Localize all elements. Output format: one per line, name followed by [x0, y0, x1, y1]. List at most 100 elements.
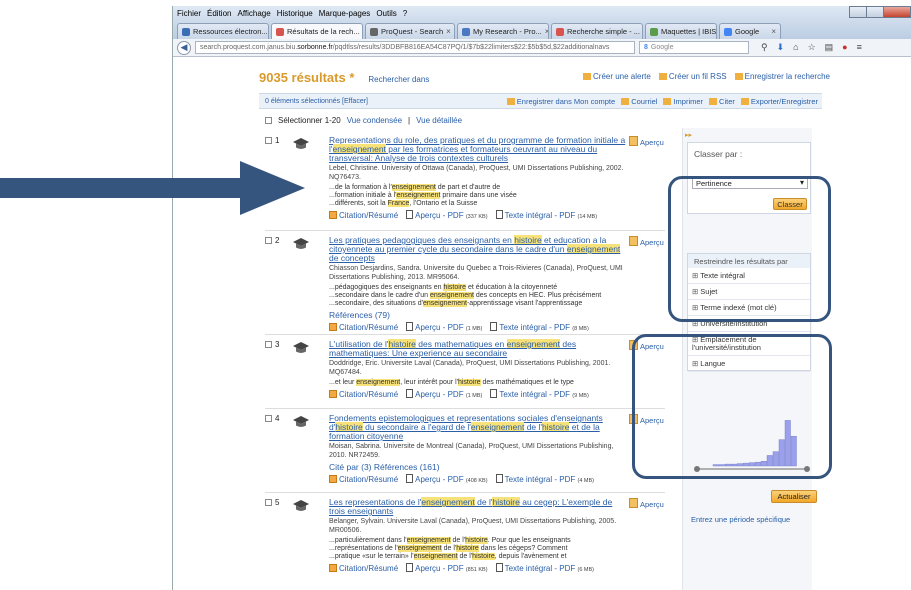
download-icon[interactable]: ⬇	[777, 42, 785, 53]
tab-close-icon[interactable]: ×	[545, 27, 548, 36]
selected-count[interactable]: 0 éléments sélectionnés [Effacer]	[265, 98, 368, 105]
back-button[interactable]: ◀	[177, 40, 191, 55]
minimize-button[interactable]	[849, 6, 867, 18]
star-icon[interactable]: ☆	[808, 42, 816, 53]
abstract-icon	[329, 474, 337, 483]
citation-abstract-link[interactable]: Citation/Résumé	[329, 210, 398, 220]
result-title-link[interactable]: L'utilisation de l'histoire des mathemat…	[329, 339, 629, 358]
specific-period-link[interactable]: Entrez une période spécifique	[691, 515, 790, 524]
pdf-link[interactable]: Texte intégral - PDF (14 MB)	[495, 210, 597, 220]
tab-4[interactable]: Recherche simple - ...×	[551, 23, 643, 39]
view-separator: |	[408, 116, 411, 125]
text-segment: ...et leur	[329, 379, 357, 386]
tab-close-icon[interactable]: ×	[446, 27, 451, 36]
search-within-link[interactable]: Rechercher dans	[368, 75, 429, 84]
tab-2[interactable]: ProQuest - Search ×	[365, 23, 455, 39]
close-window-button[interactable]	[883, 6, 911, 18]
result-body: Representations du role, des pratiques e…	[329, 136, 629, 220]
text-segment: primaire dans une visée	[440, 192, 517, 199]
search-icon[interactable]: ⚲	[761, 42, 768, 53]
result-checkbox[interactable]	[265, 137, 272, 144]
detailed-view-link[interactable]: Vue détaillée	[416, 116, 462, 125]
citation-abstract-link[interactable]: Citation/Résumé	[329, 389, 398, 399]
print-link[interactable]: Imprimer	[663, 97, 703, 106]
graduation-cap-icon	[293, 414, 309, 430]
highlight-term: enseignement	[429, 292, 474, 299]
tab-0[interactable]: Ressources électron...×	[177, 23, 269, 39]
highlight-term: enseignement	[406, 537, 451, 544]
update-button[interactable]: Actualiser	[771, 490, 817, 503]
pdf-link[interactable]: Aperçu - PDF (1 MB)	[406, 322, 482, 332]
url-domain: sorbonne.fr	[297, 44, 333, 51]
result-links: Citation/Résumé Aperçu - PDF (408 KB) Text…	[329, 474, 629, 484]
create-rss-link[interactable]: Créer un fil RSS	[659, 72, 727, 81]
pdf-icon	[495, 210, 503, 219]
search-engine-box[interactable]: 8 Google	[639, 41, 749, 54]
pdf-link[interactable]: Texte intégral - PDF (9 MB)	[490, 389, 589, 399]
email-link[interactable]: Courriel	[621, 97, 657, 106]
result-number: 4	[265, 414, 279, 423]
addon-icon[interactable]: ●	[842, 42, 847, 53]
pdf-icon	[406, 210, 414, 219]
citation-abstract-link[interactable]: Citation/Résumé	[329, 563, 398, 573]
export-link[interactable]: Exporter/Enregistrer	[741, 97, 818, 106]
home-icon[interactable]: ⌂	[793, 42, 798, 53]
tab-close-icon[interactable]: ×	[771, 27, 776, 36]
pdf-link[interactable]: Texte intégral - PDF (8 MB)	[490, 322, 589, 332]
menu-historique[interactable]: Historique	[277, 9, 313, 18]
selection-actions: Enregistrer dans Mon compte Courriel Imp…	[507, 97, 818, 106]
snippet-line: ...différents, soit la France, l'Ontario…	[329, 200, 629, 208]
menu-icon[interactable]: ≡	[857, 42, 862, 53]
url-bar[interactable]: search.proquest.com.janus.biu. sorbonne.f…	[195, 41, 635, 54]
result-title-link[interactable]: Les representations de l'enseignement de…	[329, 497, 629, 516]
result-checkbox[interactable]	[265, 237, 272, 244]
menu-aide[interactable]: ?	[403, 9, 407, 18]
references-link[interactable]: Références (79)	[329, 310, 629, 320]
apercu-link[interactable]: Aperçu	[629, 236, 664, 247]
maximize-button[interactable]	[866, 6, 884, 18]
create-alert-link[interactable]: Créer une alerte	[583, 72, 651, 81]
result-index: 2	[275, 236, 280, 245]
tab-5[interactable]: Maquettes | IBIS×	[645, 23, 717, 39]
condensed-view-link[interactable]: Vue condensée	[347, 116, 402, 125]
menu-fichier[interactable]: Fichier	[177, 9, 201, 18]
file-size: (851 KB)	[465, 567, 488, 573]
result-snippets: ...pédagogiques des enseignants en histo…	[329, 284, 629, 308]
result-checkbox[interactable]	[265, 341, 272, 348]
references-link[interactable]: Cité par (3) Références (161)	[329, 462, 629, 472]
tab-label: My Research - Pro...	[473, 27, 542, 36]
pdf-link[interactable]: Aperçu - PDF (851 KB)	[406, 563, 488, 573]
citation-abstract-link[interactable]: Citation/Résumé	[329, 322, 398, 332]
result-checkbox[interactable]	[265, 499, 272, 506]
result-checkbox[interactable]	[265, 415, 272, 422]
menu-affichage[interactable]: Affichage	[237, 9, 270, 18]
pdf-link[interactable]: Aperçu - PDF (1 MB)	[406, 389, 482, 399]
menu-marque-pages[interactable]: Marque-pages	[319, 9, 371, 18]
cite-link[interactable]: Citer	[709, 97, 735, 106]
pdf-link[interactable]: Texte intégral - PDF (6 MB)	[495, 563, 594, 573]
citation-abstract-link[interactable]: Citation/Résumé	[329, 474, 398, 484]
file-size: (1 MB)	[465, 326, 483, 332]
highlight-term: histoire	[443, 284, 467, 291]
tab-6[interactable]: Google ×	[719, 23, 781, 39]
bookmarks-icon[interactable]: ▤	[825, 42, 834, 53]
save-to-account-link[interactable]: Enregistrer dans Mon compte	[507, 97, 615, 106]
tab-1[interactable]: Résultats de la rech...×	[271, 23, 363, 39]
apercu-link[interactable]: Aperçu	[629, 136, 664, 147]
text-segment: ...pratique «sur le terrain» l'	[329, 553, 414, 560]
apercu-link[interactable]: Aperçu	[629, 498, 664, 509]
result-title-link[interactable]: Les pratiques pedagogiques des enseignan…	[329, 235, 629, 263]
menu-edition[interactable]: Édition	[207, 9, 231, 18]
select-all-checkbox[interactable]	[265, 117, 272, 124]
menu-outils[interactable]: Outils	[376, 9, 396, 18]
file-size: (408 KB)	[465, 478, 488, 484]
pdf-link[interactable]: Aperçu - PDF (408 KB)	[406, 474, 488, 484]
pdf-link[interactable]: Aperçu - PDF (337 KB)	[406, 210, 488, 220]
collapse-icon[interactable]: ▸▸	[685, 131, 692, 139]
tab-3[interactable]: My Research - Pro... ×	[457, 23, 549, 39]
result-title-link[interactable]: Representations du role, des pratiques e…	[329, 136, 629, 163]
highlight-term: France	[387, 200, 410, 207]
result-title-link[interactable]: Fondements epistemologiques et represent…	[329, 414, 629, 441]
save-search-link[interactable]: Enregistrer la recherche	[735, 72, 830, 81]
pdf-link[interactable]: Texte intégral - PDF (4 MB)	[495, 474, 594, 484]
